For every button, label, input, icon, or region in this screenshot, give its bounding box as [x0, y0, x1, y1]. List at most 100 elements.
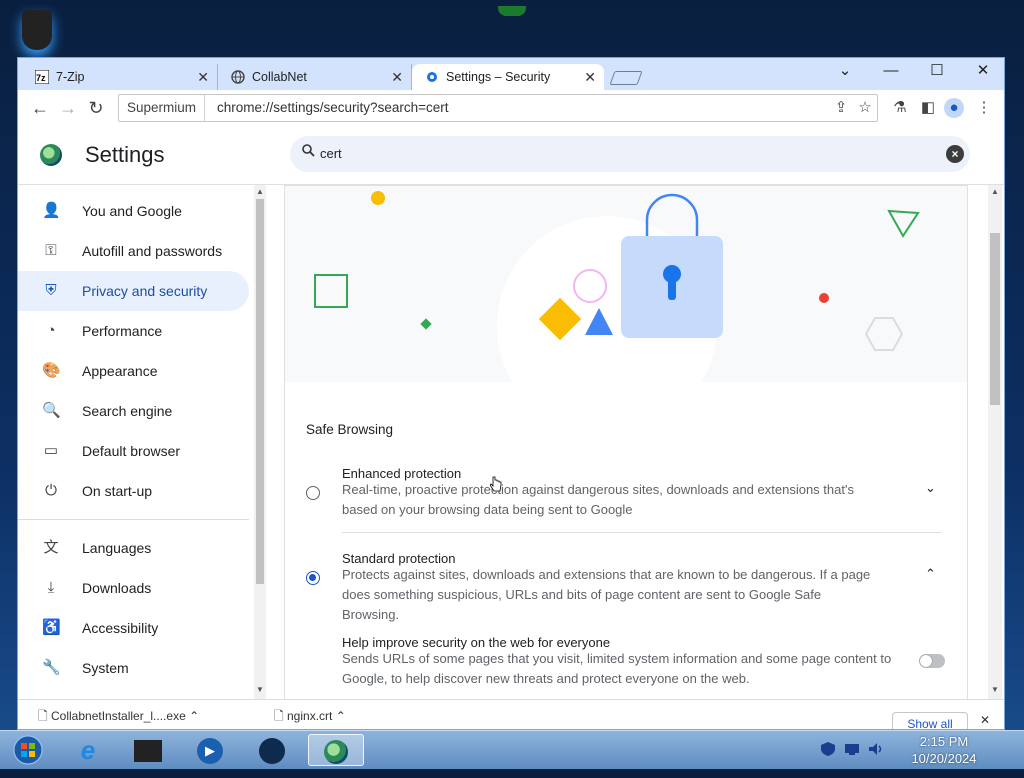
- network-icon[interactable]: [844, 742, 860, 756]
- sidebar-item-system[interactable]: 🔧 System: [18, 648, 249, 688]
- key-icon: ⚿: [45, 242, 57, 259]
- browser-name-chip[interactable]: Supermium: [119, 95, 206, 121]
- start-button[interactable]: [6, 734, 50, 766]
- settings-search-box[interactable]: cert ×: [290, 136, 970, 172]
- tab-strip: 7z 7-Zip ✕ CollabNet ✕ Settings – Securi…: [18, 58, 1004, 90]
- download-icon: ⤓: [47, 579, 55, 596]
- system-clock[interactable]: 2:15 PM 10/20/2024: [896, 733, 992, 767]
- side-panel-icon[interactable]: ◧: [918, 98, 938, 118]
- tab-collabnet[interactable]: CollabNet ✕: [218, 64, 412, 90]
- sidebar-item-appearance[interactable]: 🎨 Appearance: [18, 351, 249, 391]
- close-window-button[interactable]: ✕: [960, 58, 1004, 84]
- tab-settings-security[interactable]: Settings – Security ✕: [412, 64, 604, 90]
- sidebar-item-search-engine[interactable]: 🔍 Search engine: [18, 391, 249, 431]
- enhanced-protection-title: Enhanced protection: [342, 466, 462, 481]
- new-tab-button[interactable]: [609, 71, 643, 85]
- url-text[interactable]: chrome://settings/security?search=cert: [217, 95, 448, 121]
- download-item[interactable]: 🗋 nginx.crt ⌃: [274, 704, 346, 728]
- collapse-chevron-up-icon[interactable]: ⌃: [925, 566, 936, 582]
- standard-protection-title: Standard protection: [342, 551, 456, 566]
- enhanced-protection-radio[interactable]: [306, 486, 320, 500]
- downloads-bar: 🗋 CollabnetInstaller_l....exe ⌃ 🗋 nginx.…: [18, 699, 1004, 729]
- download-filename: CollabnetInstaller_l....exe: [51, 709, 186, 723]
- expand-chevron-down-icon[interactable]: ⌄: [925, 480, 936, 496]
- tab-7zip[interactable]: 7z 7-Zip ✕: [22, 64, 218, 90]
- enhanced-protection-desc: Real-time, proactive protection against …: [342, 482, 854, 517]
- maximize-button[interactable]: ☐: [914, 58, 960, 84]
- sidebar-item-performance[interactable]: ◔ Performance: [18, 311, 249, 351]
- show-all-button[interactable]: Show all: [892, 712, 968, 729]
- clear-search-icon[interactable]: ×: [946, 145, 964, 163]
- sidebar-item-you-and-google[interactable]: 👤 You and Google: [18, 191, 249, 231]
- reload-icon[interactable]: ↻: [84, 96, 108, 120]
- file-icon: 🗋: [274, 709, 284, 723]
- bookmark-star-icon[interactable]: ☆: [855, 98, 875, 118]
- forward-arrow-icon[interactable]: →: [56, 96, 80, 120]
- share-icon[interactable]: ⇪: [831, 98, 851, 118]
- help-improve-toggle[interactable]: [919, 654, 945, 668]
- close-tab-icon[interactable]: ✕: [197, 64, 209, 90]
- sidebar-scrollbar[interactable]: ▲ ▼: [254, 185, 266, 699]
- profile-avatar-icon[interactable]: ●: [944, 98, 964, 118]
- close-tab-icon[interactable]: ✕: [584, 64, 596, 90]
- address-bar[interactable]: Supermium chrome://settings/security?sea…: [118, 94, 878, 122]
- sidebar-item-label: Performance: [82, 323, 163, 339]
- tab-label: Settings – Security: [446, 70, 551, 84]
- shield-icon: ⛨: [45, 282, 57, 299]
- volume-icon[interactable]: [868, 742, 884, 756]
- scroll-down-arrow-icon[interactable]: ▼: [989, 685, 1001, 694]
- standard-protection-desc: Protects against sites, downloads and ex…: [342, 567, 871, 622]
- clock-time: 2:15 PM: [919, 734, 969, 749]
- file-icon: 🗋: [38, 709, 48, 723]
- main-scrollbar[interactable]: ▲ ▼: [988, 185, 1002, 699]
- help-improve-desc: Sends URLs of some pages that you visit,…: [342, 651, 892, 686]
- security-hero-illustration: [285, 186, 967, 382]
- menu-kebab-icon[interactable]: ⋮: [974, 98, 994, 118]
- chevron-up-icon[interactable]: ⌃: [189, 709, 199, 723]
- settings-header: Settings cert ×: [18, 126, 1004, 185]
- sidebar-item-autofill[interactable]: ⚿ Autofill and passwords: [18, 231, 249, 271]
- sidebar-item-accessibility[interactable]: ♿ Accessibility: [18, 608, 249, 648]
- sidebar-item-label: Search engine: [82, 403, 173, 419]
- supermium-taskbar-icon[interactable]: [308, 734, 364, 766]
- clock-date: 10/20/2024: [911, 751, 977, 766]
- gear-icon: [427, 72, 437, 82]
- labs-flask-icon[interactable]: ⚗: [890, 98, 910, 118]
- sidebar-item-default-browser[interactable]: ▭ Default browser: [18, 431, 249, 471]
- safe-browsing-heading: Safe Browsing: [306, 422, 394, 437]
- internet-explorer-icon[interactable]: e: [66, 734, 110, 766]
- speedometer-icon: ◔: [46, 322, 56, 339]
- tab-search-chevron-icon[interactable]: ⌄: [822, 58, 868, 84]
- security-shield-icon[interactable]: [820, 742, 836, 756]
- standard-protection-radio[interactable]: [306, 571, 320, 585]
- main-scroll-thumb[interactable]: [990, 233, 1000, 405]
- globe-icon: [231, 70, 245, 84]
- sidebar-item-label: Appearance: [82, 363, 158, 379]
- scroll-up-arrow-icon[interactable]: ▲: [989, 187, 1001, 196]
- sidebar-item-on-startup[interactable]: ⏻ On start-up: [18, 471, 249, 511]
- sidebar-item-privacy-security[interactable]: ⛨ Privacy and security: [18, 271, 249, 311]
- tab-label: 7-Zip: [56, 70, 85, 84]
- windows-taskbar: e ▶ 2:15 PM 10/20/2024: [0, 730, 1024, 769]
- globe-browser-icon[interactable]: [250, 734, 294, 766]
- back-arrow-icon[interactable]: ←: [28, 96, 52, 120]
- sidebar-item-label: Accessibility: [82, 620, 159, 636]
- download-item[interactable]: 🗋 CollabnetInstaller_l....exe ⌃: [38, 704, 199, 728]
- sidebar-item-downloads[interactable]: ⤓ Downloads: [18, 568, 249, 608]
- close-downloads-bar-icon[interactable]: ✕: [980, 708, 990, 729]
- search-input[interactable]: cert: [320, 146, 342, 161]
- sidebar-scroll-thumb[interactable]: [256, 199, 264, 584]
- wallpaper-speaker-graphic: [22, 10, 52, 50]
- minimize-button[interactable]: —: [868, 58, 914, 84]
- translate-icon: 文: [43, 539, 59, 556]
- media-player-icon[interactable]: ▶: [188, 734, 232, 766]
- close-tab-icon[interactable]: ✕: [391, 64, 403, 90]
- browser-toolbar: ← → ↻ Supermium chrome://settings/securi…: [18, 90, 1004, 126]
- browser-window: 7z 7-Zip ✕ CollabNet ✕ Settings – Securi…: [17, 57, 1005, 730]
- scroll-down-arrow-icon[interactable]: ▼: [254, 685, 266, 694]
- terminal-icon[interactable]: [126, 734, 170, 766]
- chevron-up-icon[interactable]: ⌃: [336, 709, 346, 723]
- scroll-up-arrow-icon[interactable]: ▲: [254, 187, 266, 196]
- sidebar-item-label: On start-up: [82, 483, 153, 499]
- sidebar-item-languages[interactable]: 文 Languages: [18, 528, 249, 568]
